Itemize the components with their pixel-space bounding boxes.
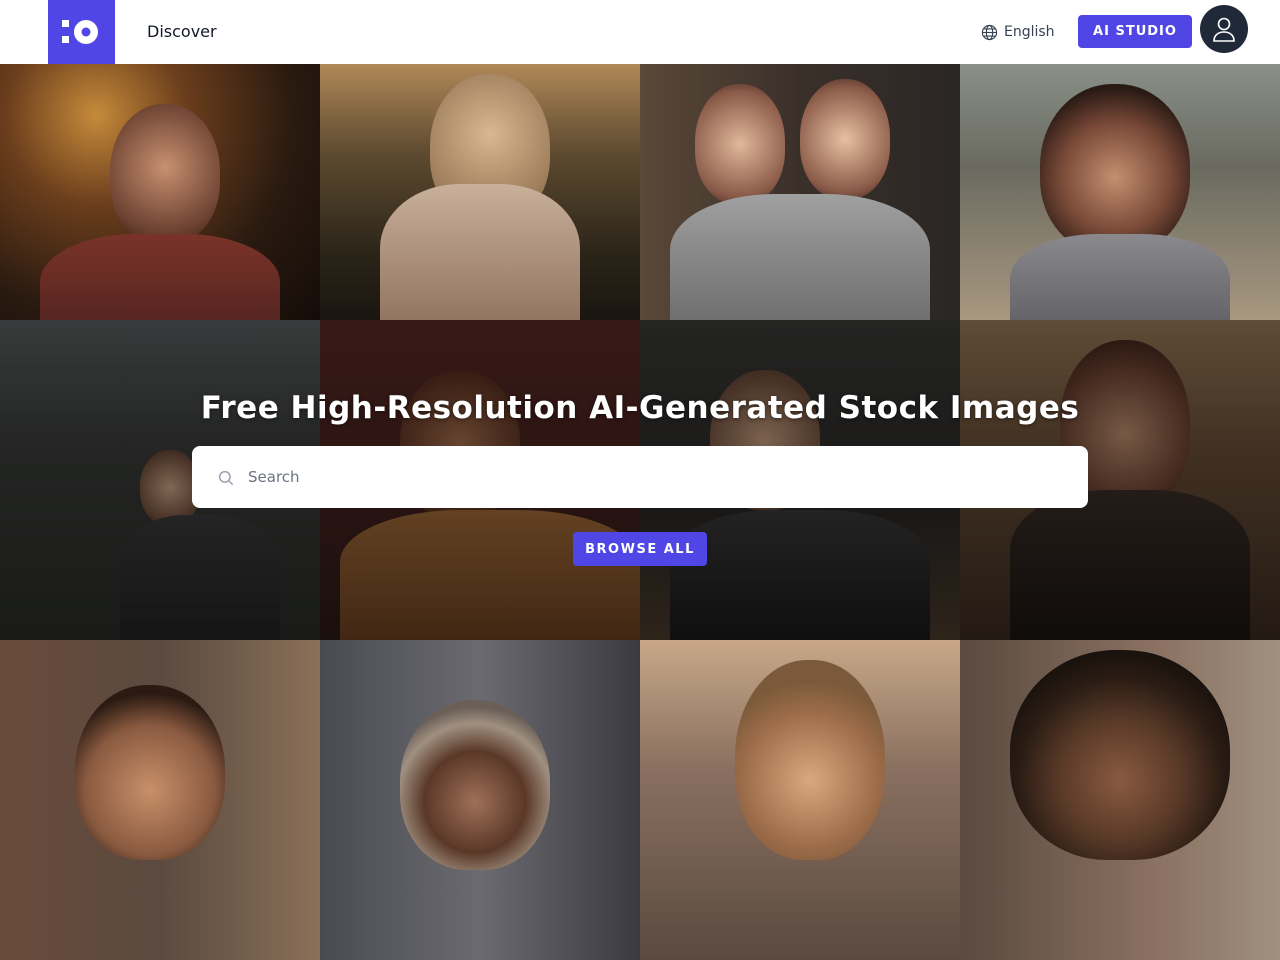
image-tile[interactable] (640, 640, 960, 960)
browse-all-button[interactable]: BROWSE ALL (573, 532, 707, 566)
image-tile[interactable] (960, 64, 1280, 320)
user-icon (1213, 17, 1235, 42)
brand-logo-icon[interactable] (48, 0, 115, 64)
nav-discover-link[interactable]: Discover (147, 20, 217, 44)
search-box[interactable] (192, 446, 1088, 508)
image-tile[interactable] (0, 640, 320, 960)
search-input[interactable] (248, 458, 1068, 496)
language-selector[interactable]: English (981, 20, 1055, 44)
user-avatar-button[interactable] (1200, 5, 1248, 53)
language-label: English (1004, 24, 1055, 40)
search-icon (218, 470, 234, 486)
ai-studio-button[interactable]: AI STUDIO (1078, 15, 1192, 48)
globe-icon (981, 24, 998, 40)
image-tile[interactable] (0, 64, 320, 320)
image-tile[interactable] (960, 640, 1280, 960)
top-header: Discover English AI STUDIO (0, 0, 1280, 64)
hero-title: Free High-Resolution AI-Generated Stock … (200, 390, 1080, 426)
image-tile[interactable] (640, 64, 960, 320)
image-tile[interactable] (320, 64, 640, 320)
image-tile[interactable] (320, 640, 640, 960)
